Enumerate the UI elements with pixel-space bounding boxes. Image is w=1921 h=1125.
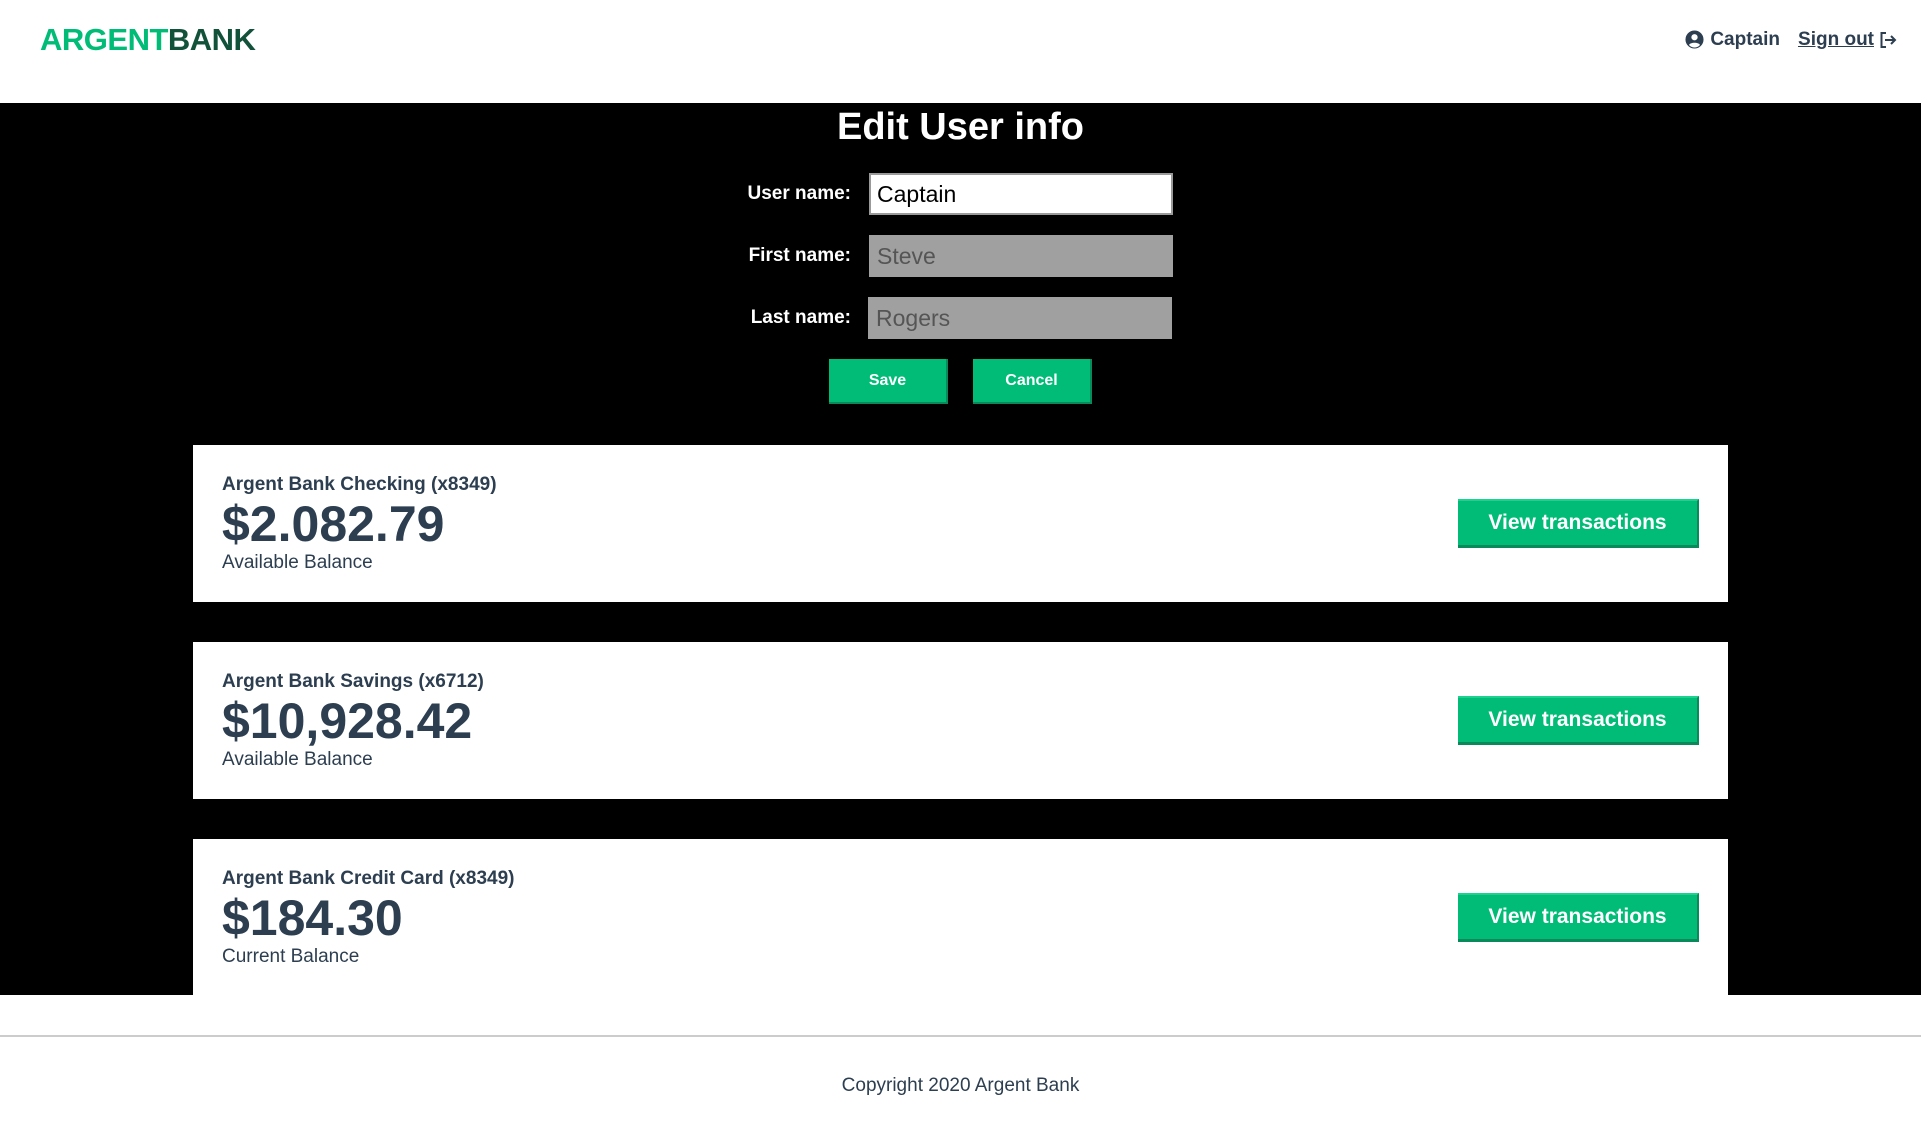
- account-description: Current Balance: [222, 945, 360, 967]
- account-title: Argent Bank Credit Card (x8349): [222, 867, 515, 889]
- lastname-label: Last name:: [750, 307, 851, 328]
- main-nav: ARGENT BANK Captain Sign out: [0, 0, 1921, 103]
- view-transactions-button[interactable]: View transactions: [1458, 499, 1699, 548]
- account-title: Argent Bank Savings (x6712): [222, 670, 484, 692]
- account-amount: $184.30: [222, 889, 403, 946]
- footer: Copyright 2020 Argent Bank: [0, 1035, 1921, 1125]
- account-card-checking: Argent Bank Checking (x8349) $2.082.79 A…: [193, 445, 1728, 602]
- account-info: Argent Bank Checking (x8349) $2.082.79 A…: [222, 474, 497, 574]
- account-description: Available Balance: [222, 748, 373, 770]
- save-button[interactable]: Save: [829, 359, 948, 404]
- sign-out-link[interactable]: Sign out: [1798, 29, 1898, 51]
- account-info: Argent Bank Credit Card (x8349) $184.30 …: [222, 868, 514, 968]
- lastname-row: Last name:: [0, 297, 1921, 339]
- footer-copyright: Copyright 2020 Argent Bank: [841, 1075, 1080, 1096]
- sign-out-icon: [1880, 31, 1897, 48]
- username-row: User name:: [0, 173, 1921, 215]
- page-title: Edit User info: [836, 106, 1085, 148]
- firstname-row: First name:: [0, 235, 1921, 277]
- username-label: User name:: [747, 183, 852, 204]
- view-transactions-button[interactable]: View transactions: [1458, 893, 1699, 942]
- sign-out-label: Sign out: [1798, 28, 1874, 50]
- logo-text-argent: ARGENT: [40, 21, 168, 57]
- account-card-credit: Argent Bank Credit Card (x8349) $184.30 …: [193, 839, 1728, 996]
- lastname-input: [868, 297, 1172, 339]
- cancel-button[interactable]: Cancel: [973, 359, 1092, 404]
- firstname-label: First name:: [748, 245, 851, 266]
- form-buttons: Save Cancel: [0, 359, 1921, 404]
- firstname-input: [869, 235, 1173, 277]
- account-title: Argent Bank Checking (x8349): [222, 473, 497, 495]
- nav-user-link[interactable]: Captain: [1685, 29, 1780, 51]
- account-amount: $2.082.79: [222, 495, 445, 552]
- argent-bank-logo[interactable]: ARGENT BANK: [40, 21, 256, 58]
- account-info: Argent Bank Savings (x6712) $10,928.42 A…: [222, 671, 484, 771]
- user-circle-icon: [1685, 30, 1704, 49]
- username-input[interactable]: [869, 173, 1173, 215]
- main-content: Edit User info User name: First name: La…: [0, 103, 1921, 996]
- nav-user-name: Captain: [1710, 28, 1781, 50]
- logo-text-bank: BANK: [167, 21, 256, 57]
- account-card-savings: Argent Bank Savings (x6712) $10,928.42 A…: [193, 642, 1728, 799]
- account-amount: $10,928.42: [222, 692, 473, 749]
- account-description: Available Balance: [222, 551, 373, 573]
- nav-right: Captain Sign out: [1685, 29, 1898, 51]
- view-transactions-button[interactable]: View transactions: [1458, 696, 1699, 745]
